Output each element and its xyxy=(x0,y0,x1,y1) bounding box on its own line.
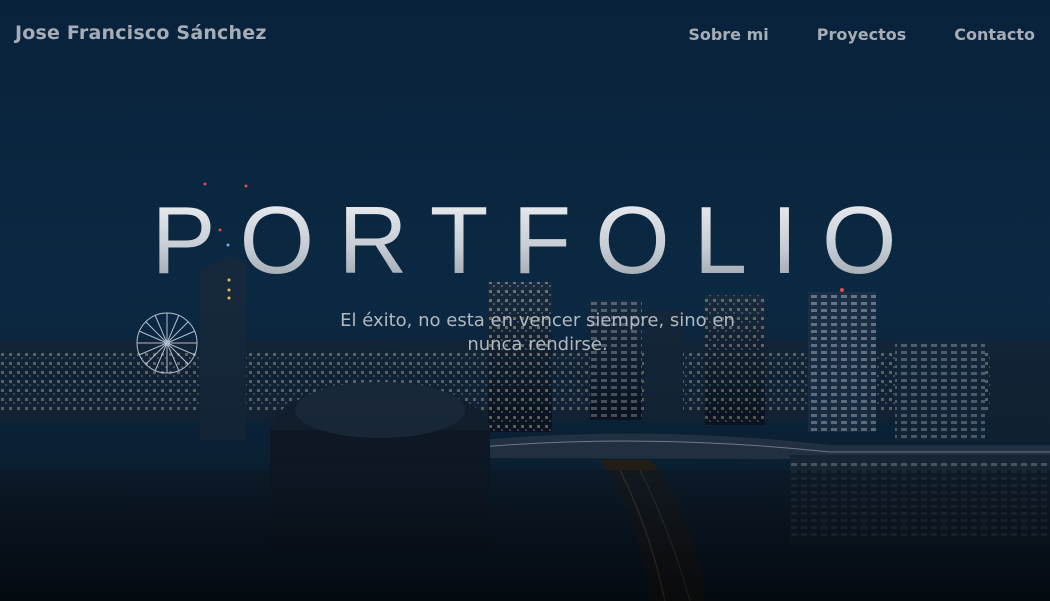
nav-link-sobre-mi[interactable]: Sobre mi xyxy=(688,25,768,44)
hero-title: PORTFOLIO xyxy=(0,186,1050,296)
hero-tagline: El éxito, no esta en vencer siempre, sin… xyxy=(340,310,735,355)
hero-section: Jose Francisco Sánchez Sobre mi Proyecto… xyxy=(0,0,1050,601)
top-navbar: Jose Francisco Sánchez Sobre mi Proyecto… xyxy=(0,0,1050,70)
dark-overlay xyxy=(0,0,1050,601)
site-brand-name[interactable]: Jose Francisco Sánchez xyxy=(15,22,267,44)
nav-links: Sobre mi Proyectos Contacto xyxy=(688,25,1035,44)
nav-link-contacto[interactable]: Contacto xyxy=(954,25,1035,44)
nav-link-proyectos[interactable]: Proyectos xyxy=(817,25,907,44)
